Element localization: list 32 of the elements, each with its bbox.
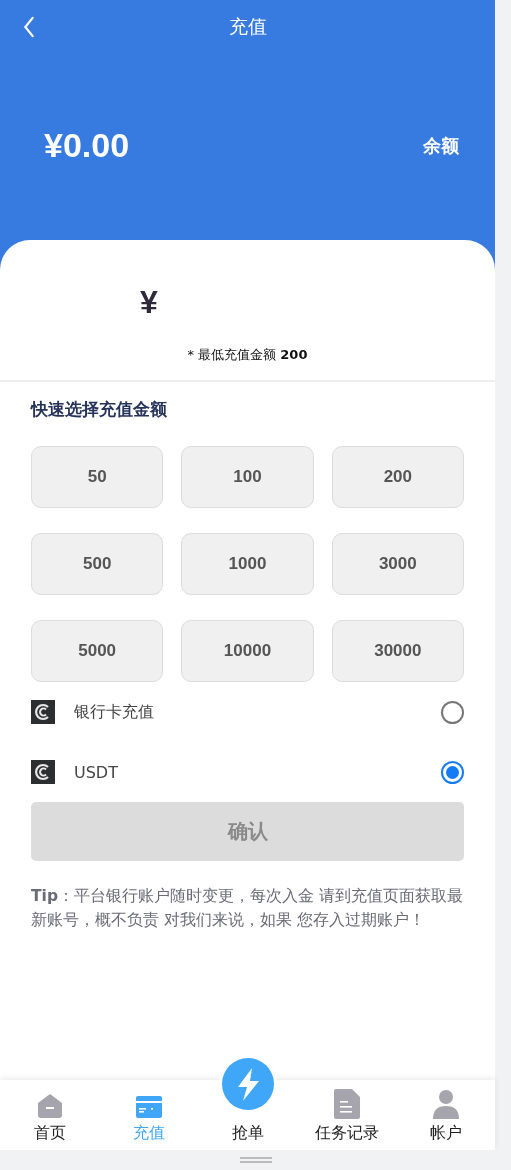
amount-option[interactable]: 3000 — [331, 533, 464, 595]
nav-tab[interactable]: 帐户 — [396, 1080, 495, 1150]
radio-button[interactable] — [441, 700, 464, 724]
amount-option[interactable]: 200 — [331, 446, 464, 508]
radio-button[interactable] — [441, 760, 464, 784]
card-icon — [135, 1093, 162, 1119]
nav-tab[interactable]: 抢单 — [198, 1054, 297, 1150]
balance-label: 余额 — [423, 133, 459, 158]
amount-option[interactable]: 10000 — [181, 620, 314, 682]
payment-method-label: 银行卡充值 — [74, 701, 155, 723]
amount-option[interactable]: 500 — [31, 533, 164, 595]
payment-method-label: USDT — [74, 762, 119, 782]
currency-symbol: ¥ — [140, 283, 158, 321]
amount-option[interactable]: 5000 — [31, 620, 164, 682]
document-icon — [333, 1089, 360, 1119]
amount-option[interactable]: 30000 — [331, 620, 464, 682]
minimum-amount-note: * 最低充值金额 200 — [186, 346, 309, 364]
page-title: 充值 — [228, 14, 267, 39]
user-icon — [432, 1089, 459, 1119]
balance-amount: ¥0.00 — [44, 126, 130, 165]
section-title: 快速选择充值金额 — [31, 398, 168, 421]
nav-tab[interactable]: 任务记录 — [297, 1080, 396, 1150]
coin-logo-icon — [31, 760, 55, 784]
drag-handle-icon[interactable] — [239, 1157, 272, 1163]
nav-tab[interactable]: 首页 — [0, 1080, 99, 1150]
amount-option[interactable]: 50 — [31, 446, 164, 508]
coin-logo-icon — [31, 700, 55, 724]
amount-option[interactable]: 1000 — [181, 533, 314, 595]
tip-text: Tip：平台银行账户随时变更，每次入金 请到充值页面获取最新账号，概不负责 对我们来说，如果 您存入过期账户！ — [31, 886, 464, 931]
back-icon[interactable] — [22, 16, 36, 38]
home-icon — [36, 1093, 63, 1119]
amount-option[interactable]: 100 — [181, 446, 314, 508]
